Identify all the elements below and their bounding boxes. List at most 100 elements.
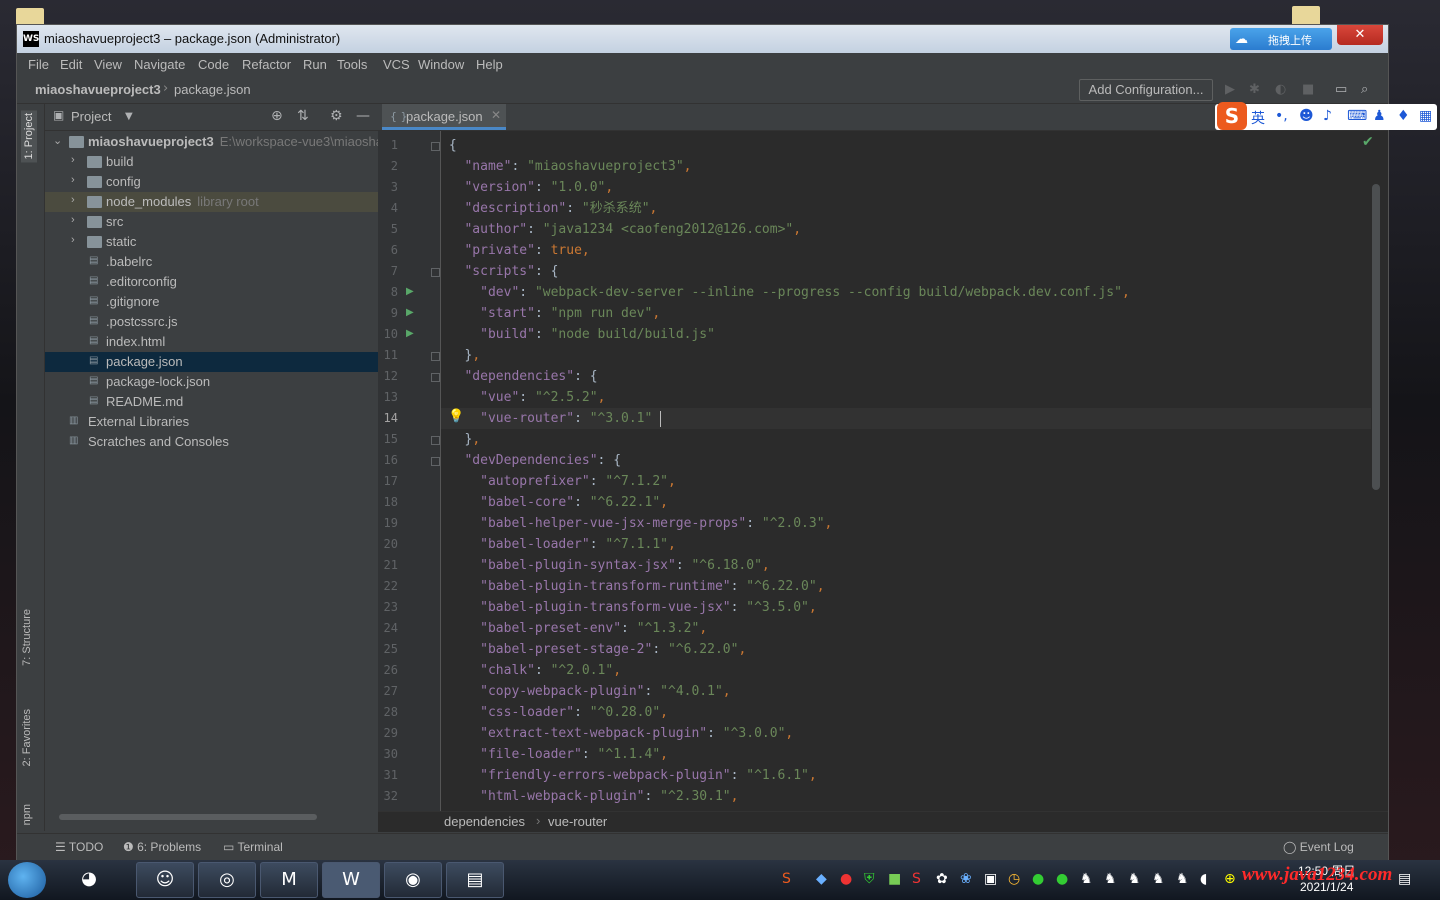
breadcrumb-dependencies[interactable]: dependencies xyxy=(444,814,525,829)
nav-project-crumb[interactable]: miaoshavueproject3 xyxy=(35,82,161,97)
tray-qq-icon[interactable]: ♞ xyxy=(1104,871,1117,887)
chevron-right-icon[interactable]: › xyxy=(71,154,75,166)
stop-icon[interactable]: ■ xyxy=(1302,82,1314,97)
debug-icon[interactable]: ✱ xyxy=(1249,82,1260,97)
emoji-icon[interactable]: ☻ xyxy=(1299,108,1314,124)
menu-refactor[interactable]: Refactor xyxy=(242,57,291,72)
chevron-down-icon[interactable]: ⌄ xyxy=(53,134,62,147)
tool-tab-npm[interactable]: npm xyxy=(21,804,33,825)
taskbar-app-picasa-icon[interactable]: ◕ xyxy=(60,862,118,898)
ime-toolbar[interactable]: S 英 •, ☻ ♪ ⌨ ♟ ♦ ▦ xyxy=(1215,102,1437,130)
menu-tools[interactable]: Tools xyxy=(337,57,367,72)
tree-item[interactable]: › static xyxy=(45,232,378,252)
tree-item[interactable]: ▤ .gitignore xyxy=(45,292,378,312)
fold-marker-icon[interactable] xyxy=(431,352,440,361)
fold-marker-icon[interactable] xyxy=(431,436,440,445)
tray-box-icon[interactable]: ◆ xyxy=(816,871,827,887)
tree-item[interactable]: ▤ index.html xyxy=(45,332,378,352)
tool-tab-structure[interactable]: 7: Structure xyxy=(21,609,33,666)
tray-clock-icon[interactable]: ◷ xyxy=(1008,871,1020,887)
tray-qq-icon[interactable]: ♞ xyxy=(1080,871,1093,887)
skin-icon[interactable]: ♦ xyxy=(1397,108,1410,124)
taskbar-app-chrome-icon[interactable]: ◉ xyxy=(384,862,442,898)
tree-item[interactable]: ▤ .editorconfig xyxy=(45,272,378,292)
locate-icon[interactable]: ⊕ xyxy=(271,108,283,124)
tray-network-icon[interactable]: ⊕ xyxy=(1224,871,1236,887)
nav-file-crumb[interactable]: package.json xyxy=(174,82,251,97)
tree-item[interactable]: › config xyxy=(45,172,378,192)
run-script-icon[interactable]: ▶ xyxy=(406,328,414,339)
breadcrumb-vue-router[interactable]: vue-router xyxy=(548,814,607,829)
chevron-right-icon[interactable]: › xyxy=(71,214,75,226)
event-log-tab[interactable]: ◯ Event Log xyxy=(1283,840,1354,854)
collapse-all-icon[interactable]: ⇅ xyxy=(297,108,309,124)
fold-marker-icon[interactable] xyxy=(431,373,440,382)
intention-bulb-icon[interactable]: 💡 xyxy=(448,409,464,424)
tray-sogou-icon[interactable]: S xyxy=(782,871,791,887)
taskbar-app-typora-icon[interactable]: M xyxy=(260,862,318,898)
search-icon[interactable]: ⌕ xyxy=(1361,82,1368,97)
tray-s-icon[interactable]: S xyxy=(912,871,921,887)
chevron-right-icon[interactable]: › xyxy=(71,174,75,186)
tray-wechat-icon[interactable]: ● xyxy=(1032,871,1044,887)
problems-tab[interactable]: ❶ 6: Problems xyxy=(123,840,201,854)
chevron-right-icon[interactable]: › xyxy=(71,234,75,246)
run-script-icon[interactable]: ▶ xyxy=(406,307,414,318)
menu-view[interactable]: View xyxy=(94,57,122,72)
microphone-icon[interactable]: ♪ xyxy=(1323,108,1332,124)
volume-icon[interactable]: ◖ xyxy=(1200,871,1207,887)
tray-app-icon[interactable]: ● xyxy=(840,871,852,887)
tree-item[interactable]: ▤ .babelrc xyxy=(45,252,378,272)
todo-tab[interactable]: ☰ TODO xyxy=(55,840,103,854)
tree-item[interactable]: › node_modules library root xyxy=(45,192,378,212)
menu-navigate[interactable]: Navigate xyxy=(134,57,185,72)
tray-shield-icon[interactable]: ⛨ xyxy=(864,871,875,887)
menu-window[interactable]: Window xyxy=(418,57,464,72)
ime-language[interactable]: 英 xyxy=(1251,108,1265,128)
tree-item[interactable]: ▤ README.md xyxy=(45,392,378,412)
upload-widget[interactable]: ☁ 拖拽上传 xyxy=(1230,28,1332,50)
menu-code[interactable]: Code xyxy=(198,57,229,72)
user-icon[interactable]: ♟ xyxy=(1373,108,1386,124)
project-panel-title[interactable]: Project xyxy=(71,109,111,124)
hide-panel-icon[interactable]: — xyxy=(356,108,370,124)
tab-package-json[interactable]: { } package.json ✕ xyxy=(382,104,506,130)
chevron-down-icon[interactable]: ▼ xyxy=(125,111,133,122)
run-icon[interactable]: ▶ xyxy=(1225,82,1235,97)
tree-item[interactable]: › build xyxy=(45,152,378,172)
tree-item[interactable]: ▤ package.json xyxy=(45,352,378,372)
run-script-icon[interactable]: ▶ xyxy=(406,286,414,297)
tray-qq-icon[interactable]: ♞ xyxy=(1176,871,1189,887)
tray-baidu-icon[interactable]: ❀ xyxy=(960,871,972,887)
tray-nvidia-icon[interactable]: ■ xyxy=(888,871,901,887)
coverage-icon[interactable]: ◐ xyxy=(1275,82,1286,97)
tree-item[interactable]: ▤ package-lock.json xyxy=(45,372,378,392)
code-content[interactable]: { "name": "miaoshavueproject3", "version… xyxy=(441,131,1371,811)
menu-help[interactable]: Help xyxy=(476,57,503,72)
tree-item[interactable]: ▤ .postcssrc.js xyxy=(45,312,378,332)
horizontal-scrollbar[interactable] xyxy=(59,814,317,820)
menu-file[interactable]: File xyxy=(28,57,49,72)
menu-vcs[interactable]: VCS xyxy=(383,57,410,72)
tree-item[interactable]: ⌄ miaoshavueproject3 E:\workspace-vue3\mia… xyxy=(45,132,378,152)
punctuation-icon[interactable]: •, xyxy=(1275,108,1288,124)
menu-edit[interactable]: Edit xyxy=(60,57,82,72)
tool-tab-project[interactable]: 1: Project xyxy=(21,110,37,163)
terminal-tab[interactable]: ▭ Terminal xyxy=(223,840,283,854)
tray-qq-icon[interactable]: ♞ xyxy=(1152,871,1165,887)
tray-qq-icon[interactable]: ♞ xyxy=(1128,871,1141,887)
tree-item[interactable]: ▥ Scratches and Consoles xyxy=(45,432,378,452)
tool-tab-favorites[interactable]: 2: Favorites xyxy=(21,709,33,766)
chevron-right-icon[interactable]: › xyxy=(71,194,75,206)
close-button[interactable]: ✕ xyxy=(1337,25,1383,45)
gear-icon[interactable]: ⚙ xyxy=(330,108,343,124)
fold-marker-icon[interactable] xyxy=(431,142,440,151)
notification-icon[interactable]: ▤ xyxy=(1398,871,1411,887)
taskbar-app-webstorm-icon[interactable]: W xyxy=(322,862,380,898)
fold-marker-icon[interactable] xyxy=(431,457,440,466)
taskbar-app-explorer-icon[interactable]: ▤ xyxy=(446,862,504,898)
project-structure-icon[interactable]: ▭ xyxy=(1335,82,1347,97)
title-bar[interactable]: WS miaoshavueproject3 – package.json (Ad… xyxy=(17,25,1388,53)
tray-wechat2-icon[interactable]: ● xyxy=(1056,871,1068,887)
add-configuration-button[interactable]: Add Configuration... xyxy=(1079,79,1213,101)
